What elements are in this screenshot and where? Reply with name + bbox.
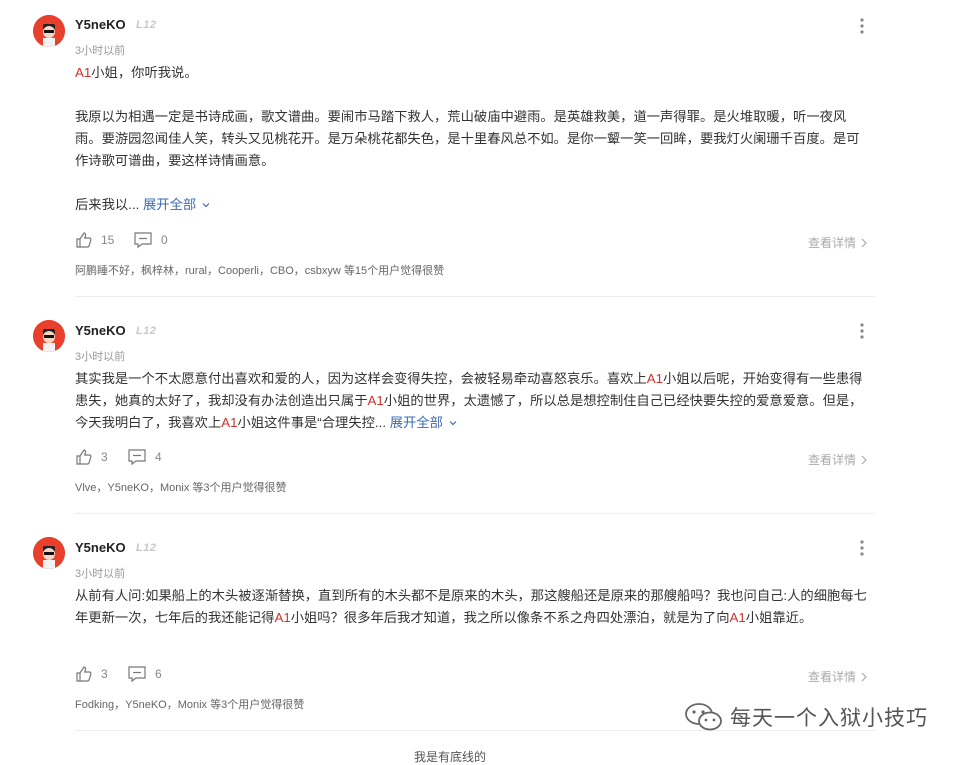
level-badge: L12 xyxy=(136,542,157,554)
expand-all-button[interactable]: 展开全部 xyxy=(143,197,212,212)
comment-text: 小姐吗？很多年后我才知道，我之所以像条不系之舟四处漂泊，就是为了向 xyxy=(290,610,730,625)
comment-body: 其实我是一个不太愿意付出喜欢和爱的人，因为这样会变得失控，会被轻易牵动喜怒哀乐。… xyxy=(75,368,870,434)
like-count: 3 xyxy=(101,450,108,464)
username[interactable]: Y5neKO xyxy=(75,17,126,32)
comment-button[interactable]: 4 xyxy=(127,448,162,466)
comment-text: 我原以为相遇一定是书诗成画，歌文谱曲。要闹市马踏下救人，荒山破庙中避雨。是英雄救… xyxy=(75,109,860,168)
comment-button[interactable]: 0 xyxy=(133,231,168,249)
comment-icon xyxy=(134,232,152,249)
expand-label: 展开全部 xyxy=(389,415,443,430)
comment-text: 后来我以... xyxy=(75,197,140,212)
comment-text: 小姐这件事是“合理失控... xyxy=(237,415,387,430)
comment-count: 6 xyxy=(155,667,162,681)
comment-count: 0 xyxy=(161,233,168,247)
more-options-icon[interactable] xyxy=(852,538,872,558)
view-details-link[interactable]: 查看详情 xyxy=(808,668,868,685)
thumbs-up-icon xyxy=(76,666,92,682)
avatar[interactable] xyxy=(33,320,65,352)
comment-body: A1小姐，你听我说。 我原以为相遇一定是书诗成画，歌文谱曲。要闹市马踏下救人，荒… xyxy=(75,62,870,216)
highlight-text: A1 xyxy=(221,415,238,430)
wechat-icon xyxy=(685,703,722,731)
like-count: 15 xyxy=(101,233,115,247)
thumbs-up-icon xyxy=(76,449,92,465)
highlight-text: A1 xyxy=(274,610,291,625)
chevron-down-icon xyxy=(202,203,210,208)
username[interactable]: Y5neKO xyxy=(75,540,126,555)
comment-text: 其实我是一个不太愿意付出喜欢和爱的人，因为这样会变得失控，会被轻易牵动喜怒哀乐。… xyxy=(75,371,647,386)
chevron-right-icon xyxy=(861,672,867,681)
divider xyxy=(75,513,875,514)
likers-summary: Vlve，Y5neKO，Monix 等3个用户觉得很赞 xyxy=(75,482,287,494)
watermark: 每天一个入狱小技巧 xyxy=(684,702,928,732)
like-button[interactable]: 3 xyxy=(75,448,108,466)
expand-all-button[interactable]: 展开全部 xyxy=(390,415,459,430)
divider xyxy=(75,296,875,297)
view-details-label: 查看详情 xyxy=(808,670,857,684)
comment-text: 小姐靠近。 xyxy=(745,610,813,625)
comment-text: 小姐，你听我说。 xyxy=(91,65,198,80)
like-button[interactable]: 15 xyxy=(75,231,114,249)
highlight-text: A1 xyxy=(646,371,664,386)
comment-button[interactable]: 6 xyxy=(127,665,162,683)
username[interactable]: Y5neKO xyxy=(75,323,126,338)
highlight-text: A1 xyxy=(367,393,384,408)
view-details-link[interactable]: 查看详情 xyxy=(808,451,868,468)
level-badge: L12 xyxy=(136,325,157,337)
thumbs-up-icon xyxy=(76,232,92,248)
timestamp: 3小时以前 xyxy=(75,351,126,363)
view-details-label: 查看详情 xyxy=(808,236,857,250)
likers-summary: 阿鹏睡不好，枫梓林，rural，Cooperli，CBO，csbxyw 等15个… xyxy=(75,265,445,277)
likers-summary: Fodking，Y5neKO，Monix 等3个用户觉得很赞 xyxy=(75,699,305,711)
view-details-link[interactable]: 查看详情 xyxy=(808,234,868,251)
more-options-icon[interactable] xyxy=(852,321,872,341)
expand-label: 展开全部 xyxy=(142,197,197,212)
view-details-label: 查看详情 xyxy=(808,453,857,467)
comment-body: 从前有人问:如果船上的木头被逐渐替换，直到所有的木头都不是原来的木头，那这艘船还… xyxy=(75,585,870,629)
chevron-right-icon xyxy=(861,238,867,247)
end-of-list-text: 我是有底线的 xyxy=(414,750,487,764)
highlight-text: A1 xyxy=(729,610,746,625)
comment-count: 4 xyxy=(155,450,162,464)
comment-icon xyxy=(128,449,146,466)
like-button[interactable]: 3 xyxy=(75,665,108,683)
chevron-down-icon xyxy=(449,421,457,426)
like-count: 3 xyxy=(101,667,108,681)
chevron-right-icon xyxy=(861,455,867,464)
level-badge: L12 xyxy=(136,19,157,31)
timestamp: 3小时以前 xyxy=(75,568,126,580)
avatar[interactable] xyxy=(33,15,65,47)
more-options-icon[interactable] xyxy=(852,16,872,36)
watermark-text: 每天一个入狱小技巧 xyxy=(730,707,928,730)
avatar[interactable] xyxy=(33,537,65,569)
highlight-text: A1 xyxy=(75,65,92,80)
comment-icon xyxy=(128,666,146,683)
timestamp: 3小时以前 xyxy=(75,45,126,57)
